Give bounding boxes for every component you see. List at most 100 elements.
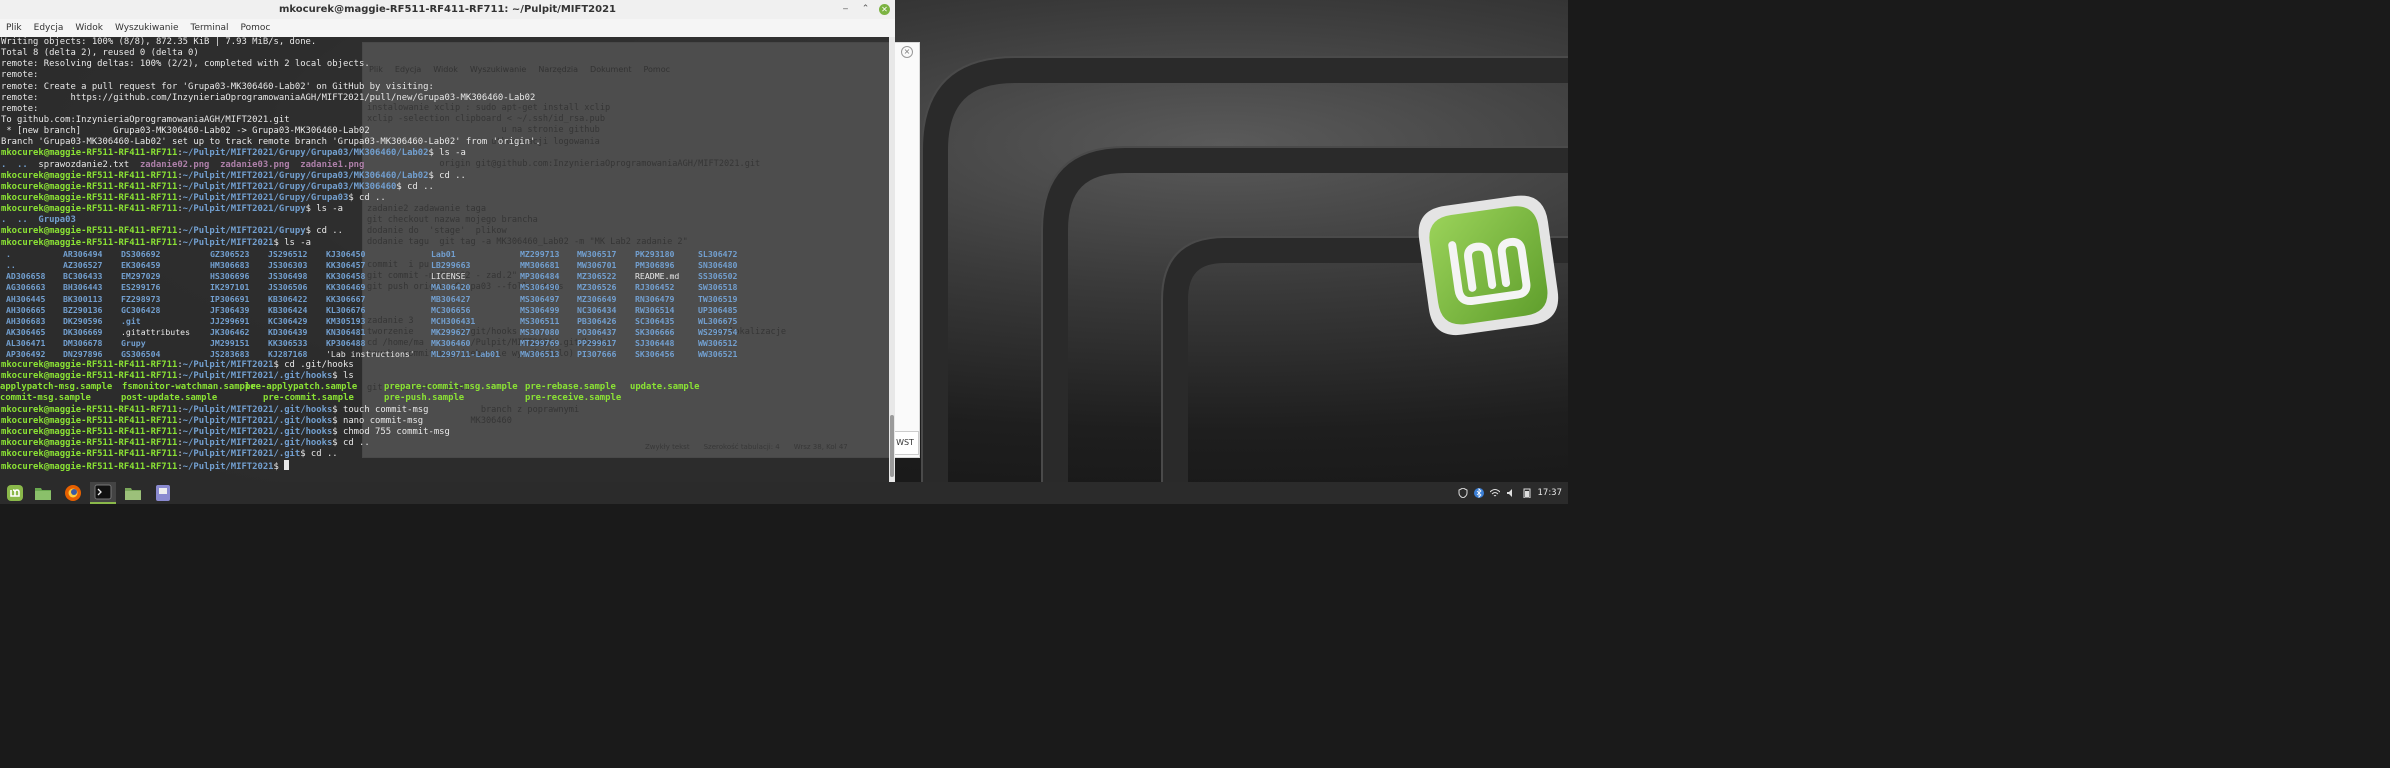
ls-entry: KK306457 xyxy=(326,260,366,271)
prompt-line: mkocurek@maggie-RF511-RF411-RF711:~/Pulp… xyxy=(1,449,541,460)
prompt-line: mkocurek@maggie-RF511-RF411-RF711:~/Pulp… xyxy=(1,427,541,438)
ls-entry: AH306665 xyxy=(6,304,46,315)
ls-entry: MS306490 xyxy=(520,282,560,293)
menu-item-terminal[interactable]: Terminal xyxy=(191,23,229,33)
prompt-user: mkocurek@maggie-RF511-RF411-RF711 xyxy=(1,462,178,473)
ls-entry: . xyxy=(6,249,11,259)
ls-entry: AZ306527 xyxy=(63,260,103,271)
prompt-path: ~/Pulpit/MIFT2021 xyxy=(182,237,274,248)
ls-entry: MZ306526 xyxy=(577,282,617,293)
ls-entry: KK306667 xyxy=(326,293,366,304)
ls-entry: Lab01 xyxy=(431,249,456,259)
ls-entry: SN306480 xyxy=(698,260,738,271)
ls-entry: MW306517 xyxy=(577,249,617,259)
ls-entry: Grupa03 xyxy=(38,215,76,226)
folder-icon[interactable] xyxy=(120,482,146,504)
system-tray: 17:37 xyxy=(1458,482,1563,504)
bluetooth-icon[interactable] xyxy=(1473,488,1484,498)
battery-icon[interactable] xyxy=(1522,488,1532,499)
ls-entry: ML299711-Lab01 xyxy=(431,349,501,360)
ls-entry: AH306445 xyxy=(6,293,46,304)
command-text: cd .. xyxy=(439,170,466,181)
ls-entry: KK306533 xyxy=(268,338,308,349)
ls-entry: WW306512 xyxy=(698,338,738,349)
ls-entry: .. xyxy=(17,159,28,170)
command-text: ls xyxy=(342,371,354,382)
ls-entry: AG306663 xyxy=(6,282,46,293)
ls-entry: MP306484 xyxy=(520,271,560,282)
terminal-content[interactable]: Writing objects: 100% (8/8), 872.35 KiB … xyxy=(0,37,889,482)
hook-file: post-update.sample xyxy=(121,393,218,404)
ls-entry: SW306518 xyxy=(698,282,738,293)
prompt-path: ~/Pulpit/MIFT2021/.git/hooks xyxy=(182,404,333,415)
ls-entry: JK306462 xyxy=(210,326,250,337)
ls-entry: MA306420 xyxy=(431,282,471,293)
editor-close-icon[interactable]: × xyxy=(901,46,913,58)
terminal-window[interactable]: mkocurek@maggie-RF511-RF411-RF711: ~/Pul… xyxy=(0,0,895,482)
menu-item-widok[interactable]: Widok xyxy=(75,23,103,33)
ls-entry: JS296512 xyxy=(268,249,308,259)
wifi-icon[interactable] xyxy=(1489,488,1500,498)
terminal-scrollbar[interactable] xyxy=(889,37,895,482)
editor-wst-indicator: WST xyxy=(891,431,919,455)
terminal-titlebar[interactable]: mkocurek@maggie-RF511-RF411-RF711: ~/Pul… xyxy=(0,0,895,20)
menu-item-plik[interactable]: Plik xyxy=(6,23,22,33)
hook-file: commit-msg.sample xyxy=(0,393,91,404)
ls-entry: MW306701 xyxy=(577,260,617,271)
files-icon[interactable] xyxy=(30,482,56,504)
menu-item-wyszukiwanie[interactable]: Wyszukiwanie xyxy=(115,23,179,33)
ls-entry: MM306681 xyxy=(520,260,560,271)
ls-entry: MC306656 xyxy=(431,304,471,315)
scrollbar-thumb[interactable] xyxy=(890,415,894,477)
command-text: cd .. xyxy=(310,449,338,460)
ls-entry: AR306494 xyxy=(63,249,103,259)
prompt-user: mkocurek@maggie-RF511-RF411-RF711 xyxy=(1,148,178,159)
hook-file: pre-rebase.sample xyxy=(525,382,616,392)
ls-entry: MK306460 xyxy=(431,338,471,349)
ls-output-line: . .. sprawozdanie2.txt zadanie02.png zad… xyxy=(1,160,541,171)
command-text: cd .. xyxy=(407,181,434,192)
firefox-icon[interactable] xyxy=(60,482,86,504)
ls-entry: JF306439 xyxy=(210,304,250,315)
ls-entry: MT299769 xyxy=(520,338,560,349)
taskbar: 17:37 xyxy=(0,482,1568,504)
volume-icon[interactable] xyxy=(1506,488,1516,498)
ls-entry: KJ287168 xyxy=(268,349,308,360)
ls-entry: MS306497 xyxy=(520,293,560,304)
ls-entry: HS306696 xyxy=(210,271,250,282)
ls-entry: WW306521 xyxy=(698,349,738,360)
terminal-icon[interactable] xyxy=(90,482,116,504)
output-line: To github.com:InzynieriaOprogramowaniaAG… xyxy=(1,114,290,125)
ls-entry: DS306692 xyxy=(121,249,161,259)
close-icon[interactable]: ✕ xyxy=(879,4,890,15)
prompt-path: ~/Pulpit/MIFT2021/.git/hooks xyxy=(182,426,333,437)
clock[interactable]: 17:37 xyxy=(1538,488,1563,498)
prompt-dollar: $ xyxy=(273,237,285,248)
mint-menu-icon[interactable] xyxy=(2,482,28,504)
minimize-icon[interactable]: ‒ xyxy=(840,4,851,15)
ls-entry: .. xyxy=(17,215,28,226)
text-editor-icon[interactable] xyxy=(150,482,176,504)
prompt-path: ~/Pulpit/MIFT2021/.git xyxy=(182,449,301,460)
ls-entry: KD306439 xyxy=(268,326,308,337)
prompt-dollar: $ xyxy=(428,148,440,159)
ls-entry: SK306666 xyxy=(635,326,675,337)
prompt-line: mkocurek@maggie-RF511-RF411-RF711:~/Pulp… xyxy=(1,148,541,159)
ls-entry: . xyxy=(1,159,7,170)
menu-item-edycja[interactable]: Edycja xyxy=(34,23,64,33)
ls-entry: KN306481 xyxy=(326,326,366,337)
shield-icon[interactable] xyxy=(1458,487,1468,499)
ls-entry: .. xyxy=(6,260,16,271)
hook-file: prepare-commit-msg.sample xyxy=(384,382,518,392)
menu-item-pomoc[interactable]: Pomoc xyxy=(241,23,271,33)
output-line: remote: Resolving deltas: 100% (2/2), co… xyxy=(1,59,370,70)
prompt-user: mkocurek@maggie-RF511-RF411-RF711 xyxy=(1,404,178,415)
prompt-line: mkocurek@maggie-RF511-RF411-RF711:~/Pulp… xyxy=(1,460,541,473)
maximize-icon[interactable]: ⌃ xyxy=(860,4,871,15)
prompt-user: mkocurek@maggie-RF511-RF411-RF711 xyxy=(1,192,178,203)
ls-entry: DM306678 xyxy=(63,338,103,349)
ls-entry: EM297029 xyxy=(121,271,161,282)
command-text: cd .. xyxy=(316,226,343,237)
ls-entry: RJ306452 xyxy=(635,282,675,293)
command-text: cd .. xyxy=(359,192,386,203)
